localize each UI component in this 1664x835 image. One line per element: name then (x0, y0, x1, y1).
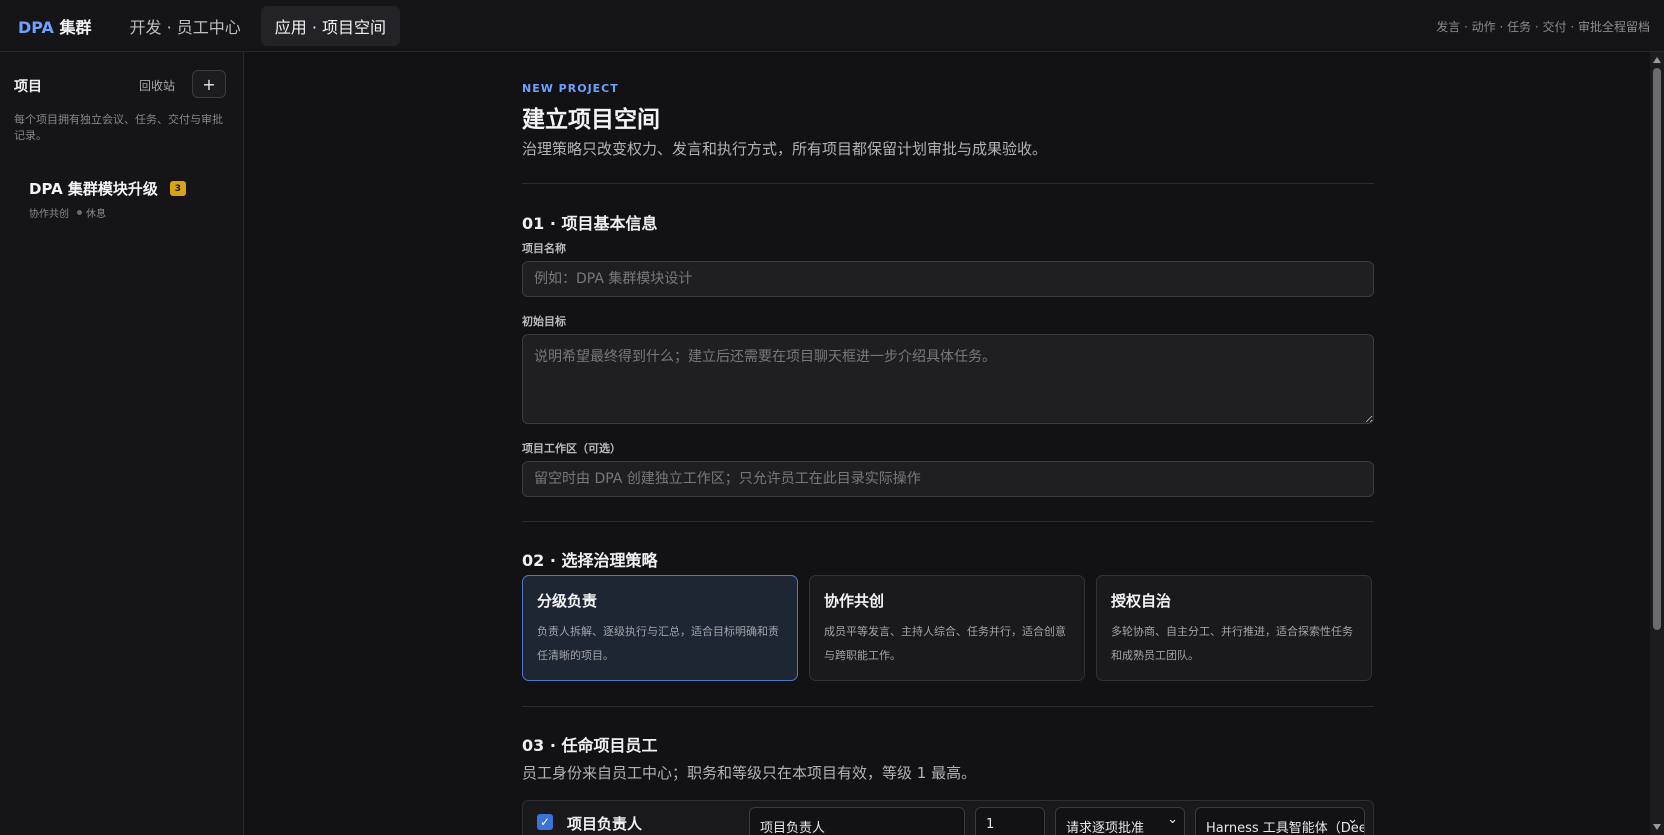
strategy-title: 授权自治 (1111, 592, 1172, 610)
approval-mode-select[interactable]: 请求逐项批准 (1055, 807, 1185, 835)
top-bar: DPA 集群 开发 · 员工中心 应用 · 项目空间 发言 · 动作 · 任务 … (0, 0, 1664, 52)
workspace-label: 项目工作区（可选） (522, 442, 621, 455)
scroll-up-arrow-icon[interactable] (1653, 57, 1661, 63)
strategy-desc: 负责人拆解、逐级执行与汇总，适合目标明确和责任清晰的项目。 (537, 625, 779, 662)
project-name-label: 项目名称 (522, 242, 566, 255)
scrollbar[interactable] (1650, 52, 1664, 835)
initial-goal-label: 初始目标 (522, 315, 566, 328)
project-item[interactable]: DPA 集群模块升级 3 (29, 178, 186, 199)
workspace-input[interactable] (522, 461, 1374, 497)
sidebar-description: 每个项目拥有独立会议、任务、交付与审批记录。 (14, 113, 223, 142)
strategy-options: 分级负责 负责人拆解、逐级执行与汇总，适合目标明确和责任清晰的项目。 协作共创 … (522, 575, 1374, 681)
tab-developer-staff-center[interactable]: 开发 · 员工中心 (116, 5, 255, 47)
project-status: 休息 (86, 209, 106, 220)
strategy-card-tiered[interactable]: 分级负责 负责人拆解、逐级执行与汇总，适合目标明确和责任清晰的项目。 (522, 575, 798, 681)
agent-type-value: Harness 工具智能体（Deep (1206, 821, 1365, 835)
initial-goal-textarea[interactable] (522, 334, 1374, 424)
page-subtitle: 治理策略只改变权力、发言和执行方式，所有项目都保留计划审批与成果验收。 (522, 140, 1048, 158)
approval-mode-value: 请求逐项批准 (1066, 821, 1145, 835)
strategy-card-cocreate[interactable]: 协作共创 成员平等发言、主持人综合、任务并行，适合创意与跨职能工作。 (809, 575, 1085, 681)
member-row: ✓ 项目负责人 项目负责人 1 请求逐项批准 Harness 工具智能体（Dee… (522, 800, 1374, 835)
member-role-input[interactable]: 项目负责人 (749, 807, 965, 835)
member-level-input[interactable]: 1 (975, 807, 1045, 835)
project-name-input[interactable] (522, 261, 1374, 297)
strategy-title: 分级负责 (537, 592, 598, 610)
audit-trail-note: 发言 · 动作 · 任务 · 交付 · 审批全程留档 (1436, 20, 1650, 34)
divider (522, 521, 1374, 522)
sidebar: 项目 回收站 + 每个项目拥有独立会议、任务、交付与审批记录。 DPA 集群模块… (0, 52, 244, 835)
strategy-desc: 成员平等发言、主持人综合、任务并行，适合创意与跨职能工作。 (824, 625, 1066, 662)
scrollbar-thumb[interactable] (1653, 68, 1661, 630)
project-name: DPA 集群模块升级 (29, 180, 158, 198)
sidebar-title: 项目 (14, 79, 42, 95)
member-label: 项目负责人 (567, 815, 643, 833)
recycle-bin-link[interactable]: 回收站 (139, 77, 175, 94)
project-mode: 协作共创 (29, 209, 69, 220)
section-staff-title: 03 · 任命项目员工 (522, 736, 658, 755)
check-icon: ✓ (539, 815, 551, 829)
section-basic-info-title: 01 · 项目基本信息 (522, 214, 658, 233)
strategy-card-autonomy[interactable]: 授权自治 多轮协商、自主分工、并行推进，适合探索性任务和成熟员工团队。 (1096, 575, 1372, 681)
plus-icon: + (202, 74, 216, 94)
scroll-down-arrow-icon[interactable] (1653, 824, 1661, 830)
add-project-button[interactable]: + (192, 70, 226, 98)
divider (522, 183, 1374, 184)
member-checkbox[interactable]: ✓ (537, 814, 553, 830)
strategy-desc: 多轮协商、自主分工、并行推进，适合探索性任务和成熟员工团队。 (1111, 625, 1353, 662)
page-title: 建立项目空间 (522, 107, 660, 133)
status-dot-icon (77, 210, 82, 215)
eyebrow-label: NEW PROJECT (522, 82, 619, 95)
brand-logo[interactable]: DPA 集群 (18, 14, 92, 38)
section-staff-desc: 员工身份来自员工中心；职务和等级只在本项目有效，等级 1 最高。 (522, 764, 977, 782)
divider (522, 706, 1374, 707)
section-governance-title: 02 · 选择治理策略 (522, 551, 658, 570)
brand-rest: 集群 (53, 17, 92, 37)
project-meta: 协作共创 休息 (29, 205, 106, 220)
agent-type-select[interactable]: Harness 工具智能体（Deep (1195, 807, 1365, 835)
tab-app-project-space[interactable]: 应用 · 项目空间 (260, 5, 401, 46)
strategy-title: 协作共创 (824, 592, 885, 610)
brand-accent: DPA (18, 17, 54, 37)
project-count-badge: 3 (169, 181, 186, 196)
